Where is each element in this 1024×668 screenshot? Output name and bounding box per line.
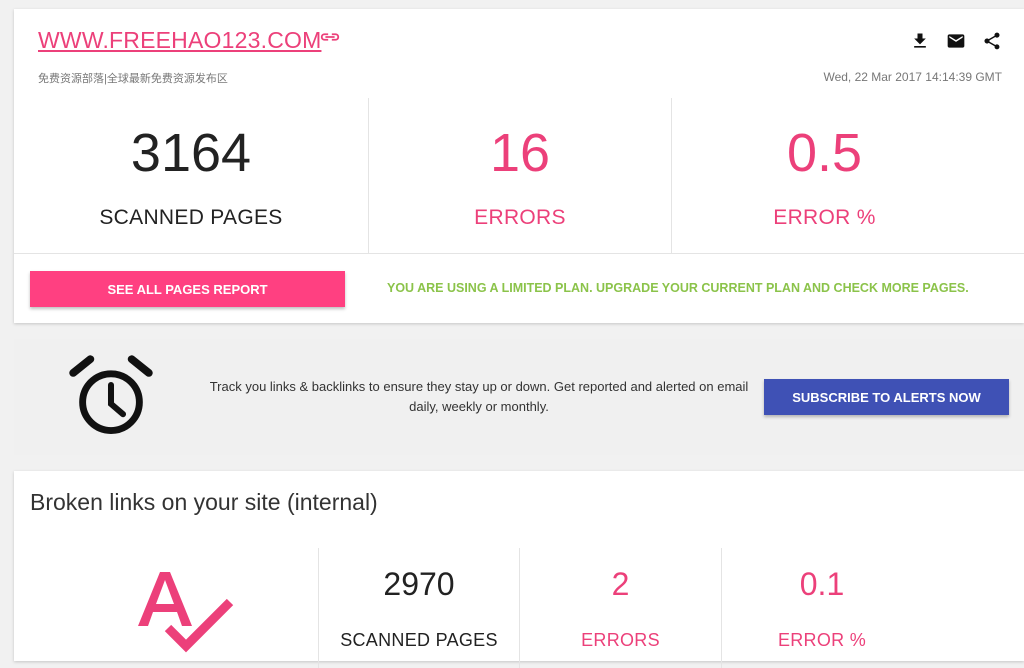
internal-errors-label: ERRORS	[581, 630, 660, 650]
scanned-pages-stat: 3164 SCANNED PAGES	[14, 98, 368, 253]
scan-timestamp: Wed, 22 Mar 2017 14:14:39 GMT	[823, 70, 1002, 84]
link-icon[interactable]	[319, 29, 341, 45]
internal-scanned-pages-value: 2970	[383, 566, 455, 602]
divider	[14, 253, 1024, 254]
alerts-description: Track you links & backlinks to ensure th…	[209, 379, 749, 414]
site-subtitle: 免费资源部落|全球最新免费资源发布区	[38, 73, 228, 85]
summary-card: WWW.FREEHAO123.COM 免费资源部落|全球最新免费资源发布区 We…	[14, 9, 1024, 323]
internal-scanned-pages-label: SCANNED PAGES	[340, 630, 498, 650]
email-icon[interactable]	[945, 31, 967, 51]
plan-notice: YOU ARE USING A LIMITED PLAN. UPGRADE YO…	[387, 281, 969, 295]
error-pct-label: ERROR %	[773, 206, 876, 229]
scanned-pages-value: 3164	[130, 123, 252, 183]
scanned-pages-label: SCANNED PAGES	[99, 206, 283, 229]
download-icon[interactable]	[910, 31, 930, 51]
errors-label: ERRORS	[474, 206, 566, 229]
subscribe-alerts-button[interactable]: SUBSCRIBE TO ALERTS NOW	[764, 379, 1009, 415]
internal-error-pct-value: 0.1	[799, 566, 845, 602]
share-icon[interactable]	[982, 31, 1002, 51]
internal-errors-value: 2	[611, 566, 630, 602]
section-title: Broken links on your site (internal)	[30, 489, 378, 515]
spellcheck-icon	[138, 572, 234, 653]
internal-scanned-pages-stat: 2970 SCANNED PAGES	[319, 548, 519, 668]
alerts-banner: Track you links & backlinks to ensure th…	[14, 339, 1024, 455]
alarm-clock-icon	[69, 355, 153, 434]
errors-stat: 16 ERRORS	[369, 98, 671, 253]
broken-links-card: Broken links on your site (internal) 297…	[14, 471, 1024, 668]
internal-error-pct-stat: 0.1 ERROR %	[722, 548, 922, 668]
site-url-link[interactable]: WWW.FREEHAO123.COM	[38, 27, 321, 54]
internal-error-pct-label: ERROR %	[777, 630, 867, 650]
errors-value: 16	[489, 123, 551, 183]
error-pct-value: 0.5	[786, 123, 863, 183]
error-pct-stat: 0.5 ERROR %	[672, 98, 977, 253]
see-all-pages-button[interactable]: SEE ALL PAGES REPORT	[30, 271, 345, 307]
internal-errors-stat: 2 ERRORS	[520, 548, 721, 668]
